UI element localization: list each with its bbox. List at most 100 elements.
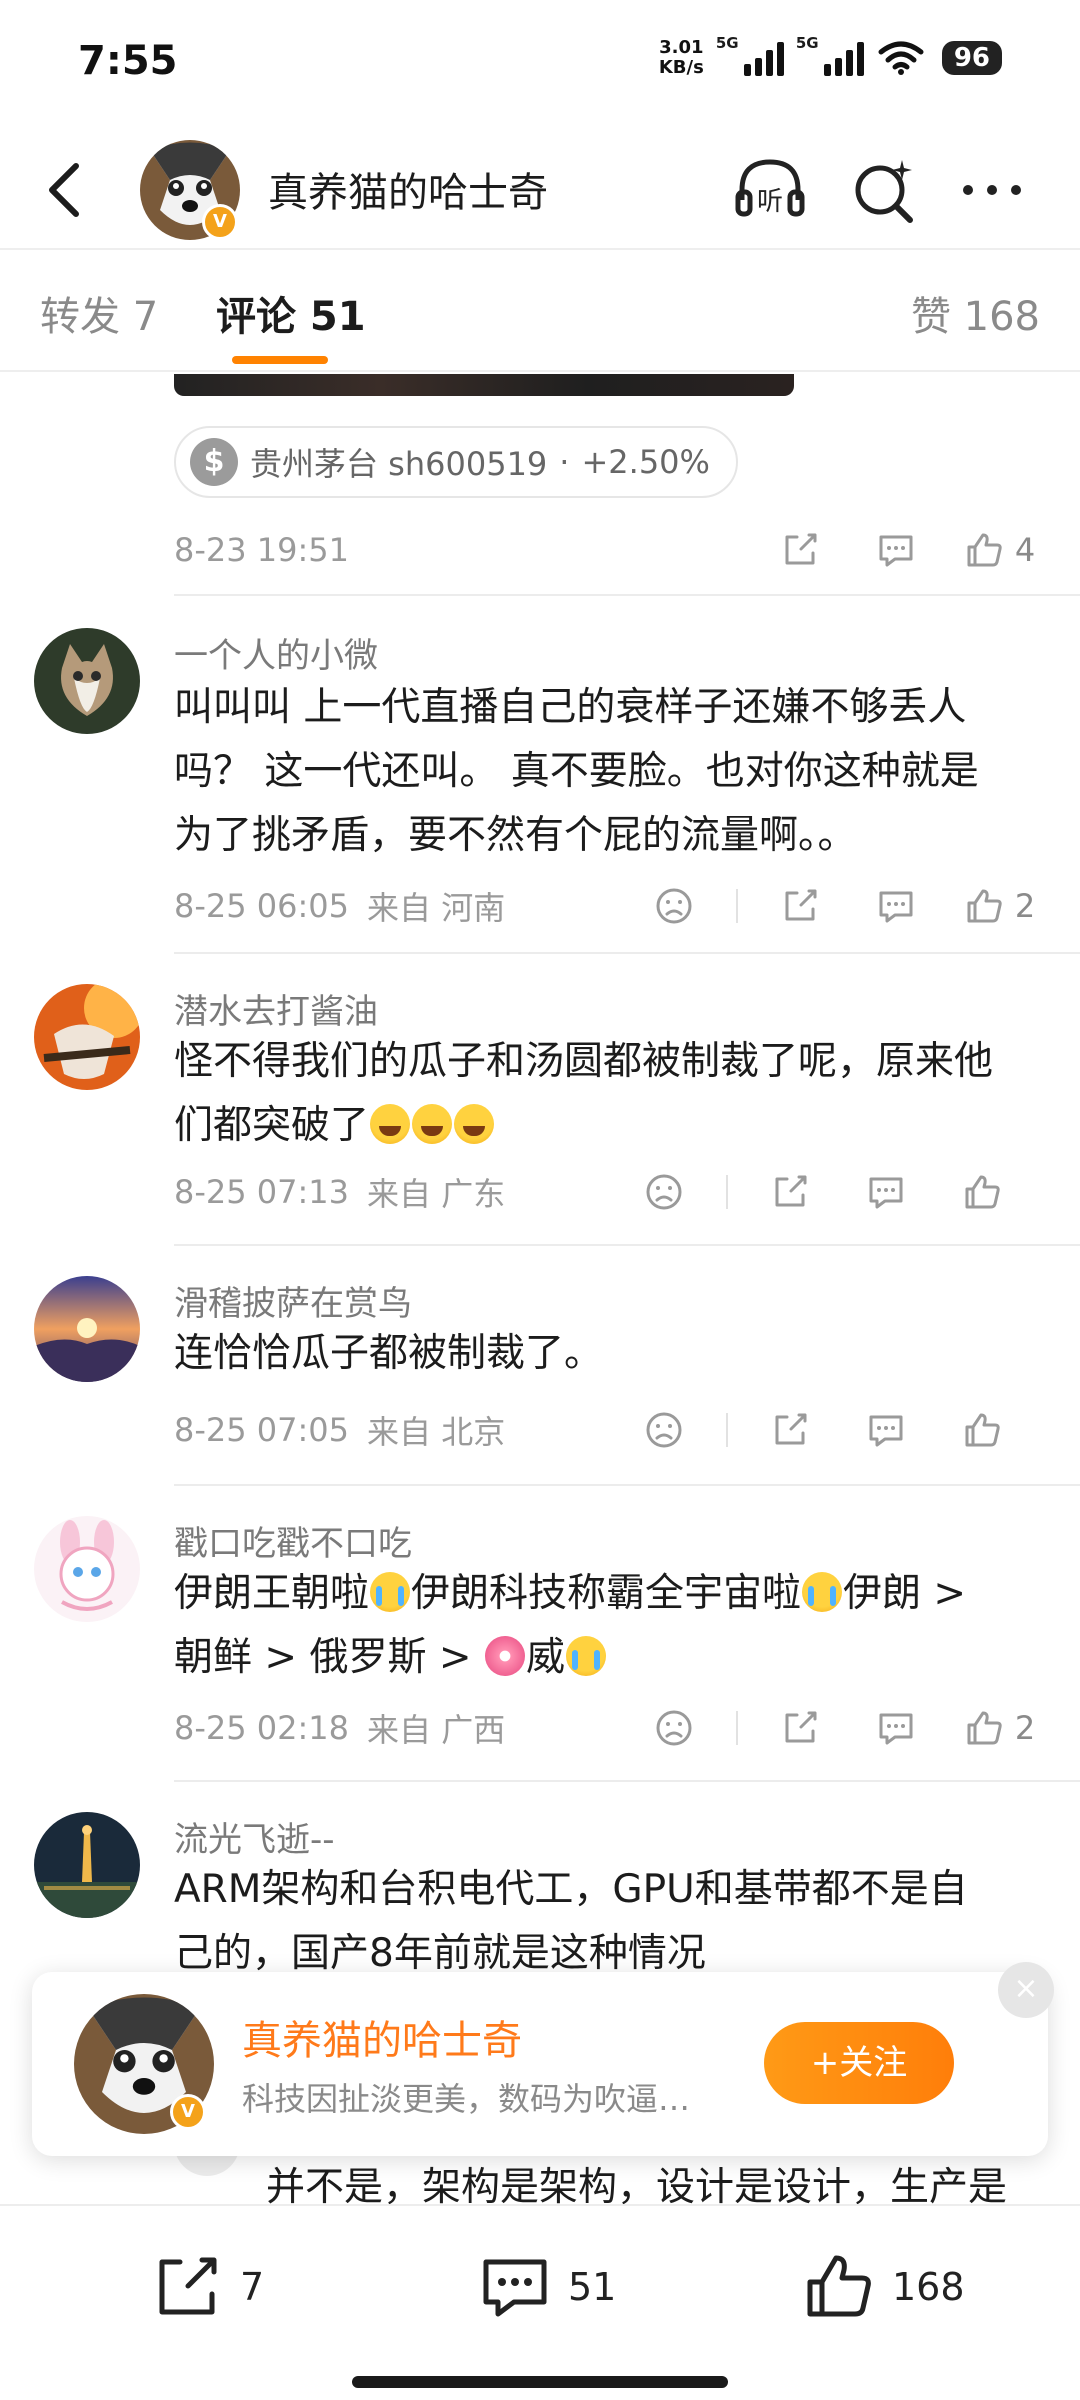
like-button[interactable] (934, 1400, 1030, 1460)
follow-author-name[interactable]: 真养猫的哈士奇 (242, 2008, 522, 2066)
home-indicator[interactable] (352, 2376, 728, 2388)
chevron-left-icon[interactable] (36, 158, 96, 222)
crying-emoji-icon (565, 1636, 606, 1676)
commenter-avatar[interactable] (34, 984, 140, 1090)
action-divider (736, 1711, 738, 1745)
comment-icon (879, 1713, 913, 1745)
share-icon (775, 1175, 807, 1207)
night-tower-avatar-image (34, 1812, 140, 1918)
commenter-name[interactable]: 滑稽披萨在赏鸟 (174, 1276, 412, 1325)
sunset-avatar-image (34, 1276, 140, 1382)
laugh-emoji-icon (412, 1104, 453, 1144)
post-time: 8-23 19:51 (174, 531, 350, 569)
reply-button[interactable] (838, 1162, 934, 1222)
tab-bar: 转发 7 评论 51 赞 168 (0, 252, 1080, 372)
share-icon (785, 1711, 817, 1743)
thumbs-up-icon (967, 889, 1002, 923)
post-image[interactable] (174, 374, 794, 396)
divider (174, 594, 1080, 596)
share-button[interactable] (752, 876, 848, 936)
flower-emoji-icon (484, 1636, 525, 1676)
frown-face-icon (656, 1710, 692, 1746)
like-button[interactable]: 2 (944, 876, 1054, 936)
thumbs-up-icon (965, 1175, 1000, 1209)
commenter-avatar[interactable] (34, 1812, 140, 1918)
commenter-avatar[interactable] (34, 1516, 140, 1622)
like-count: 2 (1014, 887, 1036, 925)
reply-button[interactable] (848, 876, 944, 936)
thumbs-up-icon (965, 1413, 1000, 1447)
dislike-button[interactable] (626, 876, 722, 936)
share-icon (159, 2257, 217, 2315)
frown-face-icon (646, 1174, 682, 1210)
commenter-name[interactable]: 潜水去打酱油 (174, 984, 378, 1033)
status-bar: 7:55 3.01 KB/s 5G 5G 96 (0, 0, 1080, 120)
close-icon[interactable]: × (998, 1962, 1054, 2018)
follow-author-desc: 科技因扯淡更美，数码为吹逼… (242, 2080, 691, 2118)
share-icon (785, 889, 817, 921)
commenter-name[interactable]: 流光飞逝-- (174, 1812, 335, 1861)
comment-time: 8-25 07:05 (174, 1411, 350, 1449)
comment-time: 8-25 06:05 (174, 887, 350, 925)
more-icon[interactable] (954, 152, 1030, 228)
share-icon (775, 1413, 807, 1445)
like-count: 168 (892, 2265, 965, 2309)
comment-text: 怪不得我们的瓜子和汤圆都被制裁了呢，原来他 们都突破了 (174, 1039, 994, 1148)
commenter-avatar[interactable] (34, 1276, 140, 1382)
stock-name: 贵州茅台 sh600519 (250, 445, 548, 483)
repost-action[interactable]: 7 (150, 2250, 264, 2324)
like-button[interactable]: 4 (944, 520, 1054, 580)
post-meta-row: 8-23 19:51 4 (174, 520, 1054, 580)
share-button[interactable] (742, 1400, 838, 1460)
follow-suggestion-card[interactable]: V 真养猫的哈士奇 科技因扯淡更美，数码为吹逼… +关注 × (32, 1962, 1054, 2156)
comment-icon (879, 891, 913, 923)
share-icon (785, 533, 817, 565)
comment-text: 伊朗王朝啦 伊朗科技称霸全宇宙啦 伊朗 > 朝鲜 > 俄罗斯 > 威 (174, 1571, 967, 1680)
share-button[interactable] (752, 520, 848, 580)
svg-text:听: 听 (757, 187, 783, 217)
dollar-icon: $ (190, 438, 238, 486)
comment-location: 来自 广西 (367, 1711, 506, 1749)
dislike-button[interactable] (616, 1400, 712, 1460)
thumbs-up-icon (807, 2255, 871, 2317)
comment-location: 来自 河南 (367, 889, 506, 927)
follow-button[interactable]: +关注 (764, 2022, 954, 2104)
commenter-avatar[interactable] (34, 628, 140, 734)
commenter-name[interactable]: 戳口吃戳不口吃 (174, 1516, 412, 1565)
network-speed: 3.01 KB/s (658, 37, 704, 78)
signal-icon: 5G (716, 34, 784, 76)
dislike-button[interactable] (626, 1698, 722, 1758)
headphone-listen-icon[interactable]: 听 (732, 152, 808, 228)
tab-likes[interactable]: 赞 168 (911, 284, 1040, 342)
status-icons: 3.01 KB/s 5G 5G 96 (658, 34, 1002, 78)
comment-button[interactable] (848, 520, 944, 580)
share-button[interactable] (742, 1162, 838, 1222)
comment-count: 51 (568, 2265, 617, 2309)
like-action[interactable]: 168 (802, 2250, 965, 2324)
reply-button[interactable] (838, 1400, 934, 1460)
laugh-emoji-icon (370, 1104, 411, 1144)
tab-comments[interactable]: 评论 51 (216, 284, 366, 342)
like-count: 4 (1014, 531, 1036, 569)
stock-change: +2.50% (581, 443, 710, 481)
comment-location: 来自 广东 (367, 1175, 506, 1213)
cat-avatar-image (34, 628, 140, 734)
signal-icon-2: 5G (796, 34, 864, 76)
like-button[interactable] (934, 1162, 1030, 1222)
comment-actions: 2 (626, 1698, 1054, 1758)
comment-meta-row: 8-25 02:18 来自 广西 2 (174, 1698, 1054, 1758)
comment-actions (616, 1400, 1030, 1460)
search-sparkle-icon[interactable] (846, 152, 922, 228)
tab-reposts[interactable]: 转发 7 (40, 284, 158, 342)
like-count: 2 (1014, 1709, 1036, 1747)
divider (174, 1484, 1080, 1486)
share-button[interactable] (752, 1698, 848, 1758)
stock-chip[interactable]: $ 贵州茅台 sh600519 · +2.50% (174, 426, 738, 498)
like-button[interactable]: 2 (944, 1698, 1054, 1758)
divider (174, 1244, 1080, 1246)
reply-button[interactable] (848, 1698, 944, 1758)
comment-actions (616, 1162, 1030, 1222)
dislike-button[interactable] (616, 1162, 712, 1222)
comment-action[interactable]: 51 (478, 2250, 616, 2324)
commenter-name[interactable]: 一个人的小微 (174, 628, 378, 677)
